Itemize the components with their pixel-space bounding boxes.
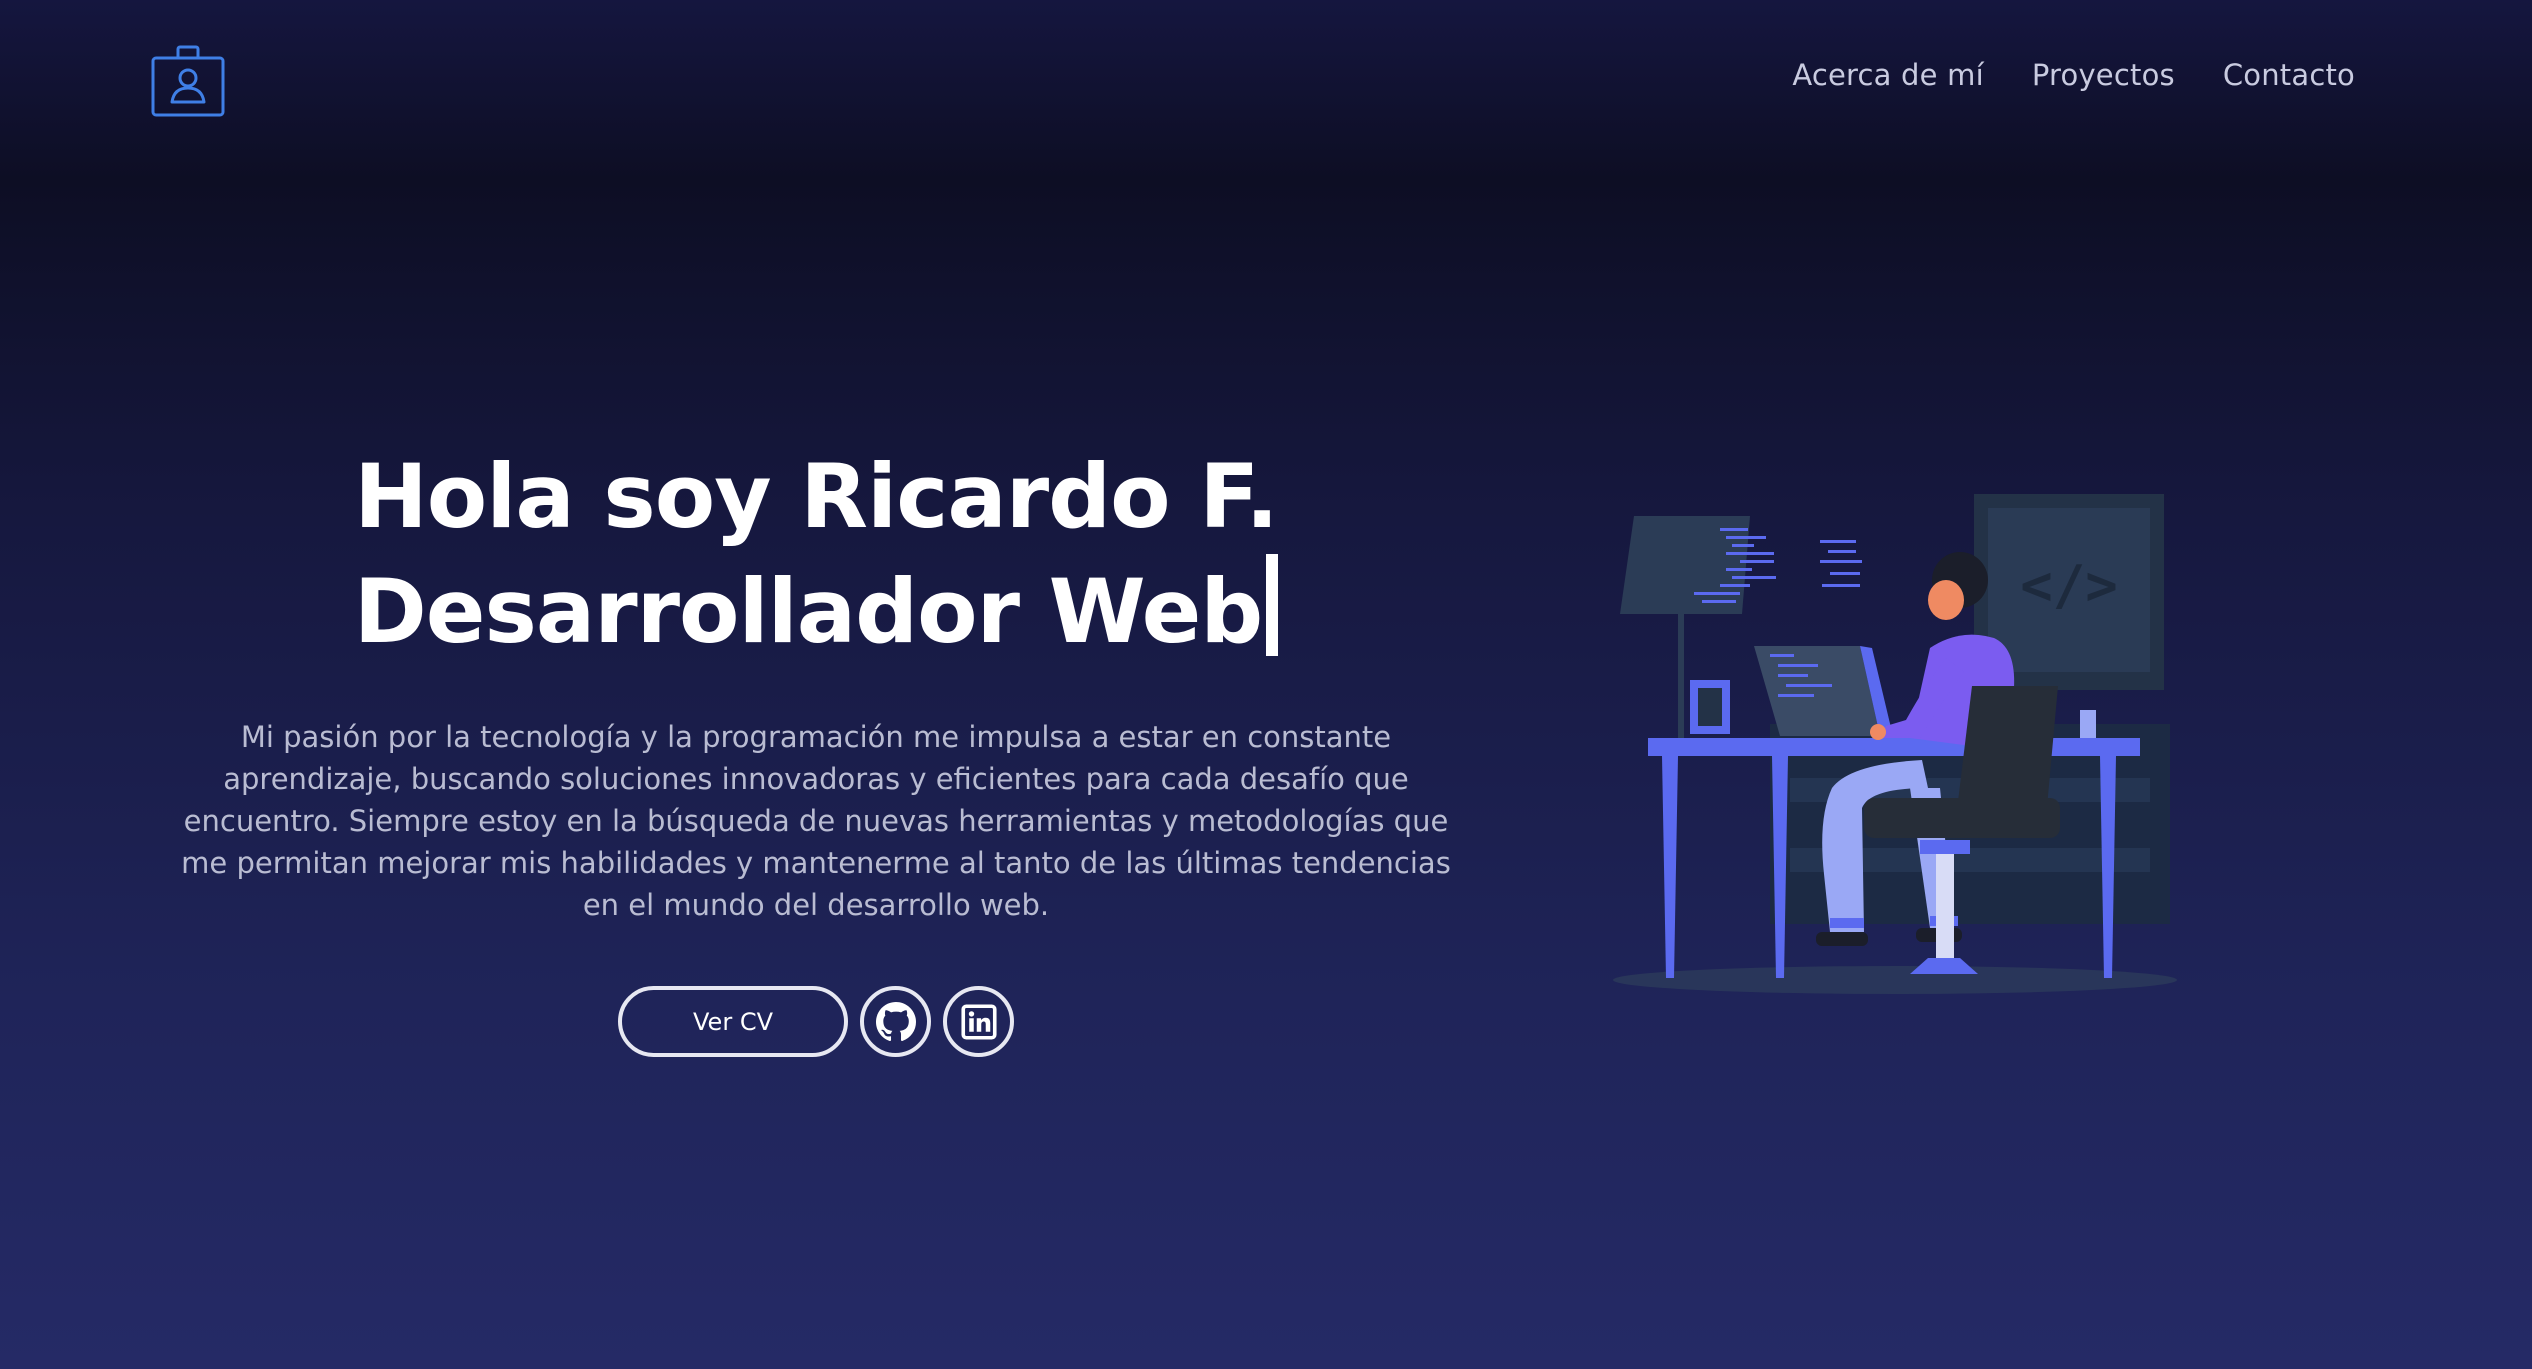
hero-title-line-name: Hola soy Ricardo F.: [354, 445, 1279, 548]
desk-top: [1648, 738, 2140, 756]
hero-title: Hola soy Ricardo F. Desarrollador Web: [186, 440, 1446, 669]
typing-cursor: [1266, 554, 1279, 656]
code-glyph: </>: [2020, 554, 2118, 617]
navbar: Acerca de mí Proyectos Contacto: [0, 0, 2532, 170]
hero-title-line-role: Desarrollador Web: [186, 554, 1446, 669]
id-badge-icon: [151, 45, 225, 117]
github-link[interactable]: [860, 986, 931, 1057]
hero-description: Mi pasión por la tecnología y la program…: [181, 720, 1451, 922]
developer-at-desk-illustration: </>: [1613, 494, 2177, 994]
nav-link-projects[interactable]: Proyectos: [2032, 58, 2175, 92]
linkedin-link[interactable]: [943, 986, 1014, 1057]
linkedin-icon: [960, 1003, 997, 1040]
floor-shadow: [1613, 966, 2177, 994]
laptop: [1754, 646, 1880, 736]
nav-link-contact[interactable]: Contacto: [2223, 58, 2355, 92]
typewriter-text: Desarrollador Web: [353, 560, 1264, 663]
developer-illustration: </>: [1610, 488, 2180, 998]
view-cv-button[interactable]: Ver CV: [618, 986, 848, 1057]
main-nav: Acerca de mí Proyectos Contacto: [1792, 58, 2355, 92]
logo-home-link[interactable]: [150, 44, 226, 118]
cup: [2080, 710, 2096, 738]
hero-actions: Ver CV: [618, 986, 1014, 1057]
github-icon: [875, 1001, 916, 1041]
nav-link-about[interactable]: Acerca de mí: [1792, 58, 1984, 92]
